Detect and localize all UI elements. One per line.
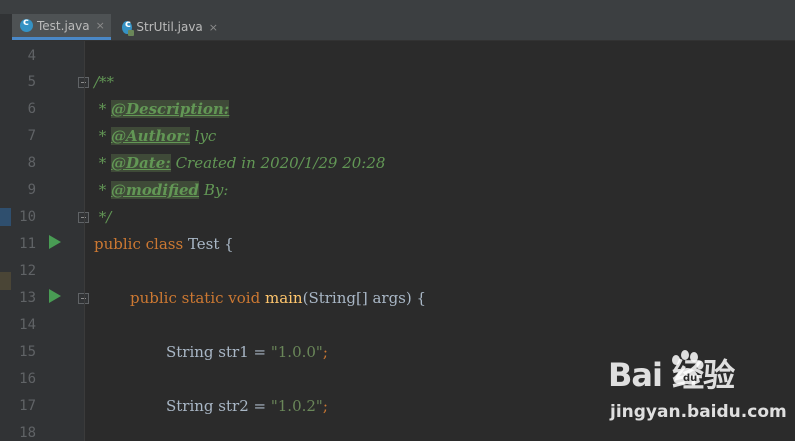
line-number: 10: [19, 209, 36, 225]
line-number: 4: [27, 48, 36, 64]
line-number: 5: [27, 74, 36, 90]
tab-strutil-java[interactable]: StrUtil.java ×: [114, 14, 224, 40]
code-line-15: String str1 = "1.0.0";: [166, 343, 328, 361]
run-main-icon[interactable]: [49, 289, 61, 303]
code-line-17: String str2 = "1.0.2";: [166, 397, 328, 415]
javadoc-tag: @Description:: [111, 100, 230, 118]
paw-icon: du: [672, 350, 704, 385]
line-number: 16: [19, 371, 36, 387]
left-strip-marker: [0, 208, 11, 226]
window-top-strip: [0, 0, 795, 14]
editor-gutter: 4 5 6 7 8 9 10 11 12 13 14 15 16 17 18: [12, 41, 89, 441]
watermark-url: jingyan.baidu.com: [610, 402, 787, 422]
tab-test-java[interactable]: Test.java ×: [12, 14, 111, 40]
line-number: 11: [19, 236, 36, 252]
javadoc-tag: @Date:: [111, 154, 171, 172]
code-line-8: * @Date: Created in 2020/1/29 20:28: [94, 154, 386, 172]
code-line-13: public static void main(String[] args) {: [130, 289, 427, 307]
line-number: 13: [19, 290, 36, 306]
tab-label: StrUtil.java: [136, 20, 203, 34]
line-number: 17: [19, 398, 36, 414]
javadoc-tag: @Author:: [111, 127, 190, 145]
line-number: 8: [27, 155, 36, 171]
code-line-7: * @Author: lyc: [94, 127, 217, 145]
line-number: 14: [19, 317, 36, 333]
line-number: 12: [19, 263, 36, 279]
editor-tab-bar: Test.java × StrUtil.java ×: [12, 14, 795, 41]
code-line-11: public class Test {: [94, 235, 234, 253]
code-line-6: * @Description:: [94, 100, 230, 118]
javadoc-tag: @modified: [111, 181, 200, 199]
code-line-10: */: [94, 208, 112, 226]
run-class-icon[interactable]: [49, 235, 61, 249]
close-icon[interactable]: ×: [96, 19, 105, 32]
line-number: 18: [19, 425, 36, 441]
code-line-5: /**: [94, 73, 115, 91]
line-number: 15: [19, 344, 36, 360]
line-number: 7: [27, 128, 36, 144]
tab-label: Test.java: [37, 18, 90, 33]
line-number: 6: [27, 101, 36, 117]
java-class-icon: [20, 17, 33, 32]
left-strip-marker: [0, 272, 11, 290]
svg-text:du: du: [683, 373, 697, 384]
line-number: 9: [27, 182, 36, 198]
close-icon[interactable]: ×: [209, 21, 218, 34]
java-class-icon: [122, 19, 135, 36]
baidu-jingyan-watermark: Bai 经验 du jingyan.baidu.com: [608, 350, 788, 430]
code-line-9: * @modified By:: [94, 181, 229, 199]
